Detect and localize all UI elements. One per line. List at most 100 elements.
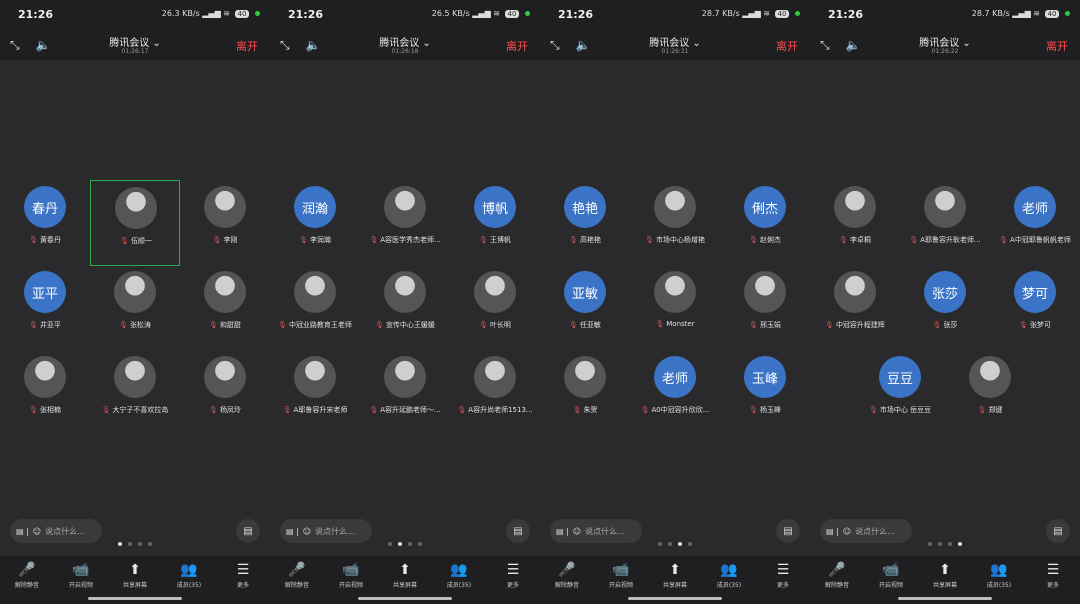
- participant-tile[interactable]: 博帆 🎙 王博帆: [450, 180, 540, 266]
- participant-name-row: 🎙 市场中心杨增艳: [630, 235, 720, 245]
- page-dot[interactable]: [138, 542, 142, 546]
- participant-name-row: 🎙 A容升尚老师1513...: [450, 405, 540, 415]
- members-icon: 👥: [450, 562, 468, 578]
- page-dot[interactable]: [938, 542, 942, 546]
- page-indicator: [270, 542, 540, 546]
- participant-tile[interactable]: 🎙 郑键: [945, 350, 1035, 436]
- chat-input-bar[interactable]: ▤ | ☺ 说点什么...: [280, 519, 372, 543]
- participant-tile[interactable]: 🎙 邢玉娟: [720, 265, 810, 351]
- page-dot[interactable]: [408, 542, 412, 546]
- chat-list-icon[interactable]: ▤ |: [826, 527, 839, 536]
- document-button[interactable]: ▤: [776, 519, 800, 543]
- chat-input-bar[interactable]: ▤ | ☺ 说点什么...: [820, 519, 912, 543]
- more-button[interactable]: ☰ 更多: [486, 556, 540, 604]
- more-button[interactable]: ☰ 更多: [1026, 556, 1080, 604]
- participant-name-row: 🎙 黄春丹: [0, 235, 90, 245]
- mic-muted-button[interactable]: 🎤 解除静音: [810, 556, 864, 604]
- leave-button[interactable]: 离开: [236, 38, 258, 54]
- participant-tile[interactable]: 春丹 🎙 黄春丹: [0, 180, 90, 266]
- participant-tile[interactable]: 🎙 市场中心杨增艳: [630, 180, 720, 266]
- leave-button[interactable]: 离开: [1046, 38, 1068, 54]
- participant-tile[interactable]: 🎙 Monster: [630, 265, 720, 351]
- participant-tile[interactable]: 艳艳 🎙 高艳艳: [540, 180, 630, 266]
- emoji-icon[interactable]: ☺: [573, 527, 581, 536]
- video-off-icon: 📹: [882, 562, 900, 578]
- page-dot[interactable]: [418, 542, 422, 546]
- chat-list-icon[interactable]: ▤ |: [286, 527, 299, 536]
- more-button[interactable]: ☰ 更多: [756, 556, 810, 604]
- chat-list-icon[interactable]: ▤ |: [16, 527, 29, 536]
- participant-tile[interactable]: 🎙 张相楠: [0, 350, 90, 436]
- participant-tile[interactable]: 老师 🎙 A中冠耶鲁帆帆老师: [990, 180, 1080, 266]
- participant-tile[interactable]: 🎙 宣传中心王媛媛: [360, 265, 450, 351]
- status-icons: 28.7 KB/s ▂▄▆ ≋ 40: [972, 9, 1070, 18]
- leave-button[interactable]: 离开: [506, 38, 528, 54]
- chat-input-bar[interactable]: ▤ | ☺ 说点什么...: [10, 519, 102, 543]
- participant-tile[interactable]: 🎙 A容医学秀杰老师...: [360, 180, 450, 266]
- page-dot[interactable]: [388, 542, 392, 546]
- page-dot[interactable]: [148, 542, 152, 546]
- participant-tile[interactable]: 玉峰 🎙 杨玉峰: [720, 350, 810, 436]
- participant-tile[interactable]: 🎙 A耶鲁容升耿老师...: [900, 180, 990, 266]
- home-indicator[interactable]: [358, 597, 452, 600]
- mic-muted-button[interactable]: 🎤 解除静音: [270, 556, 324, 604]
- button-label: 解除静音: [284, 582, 309, 589]
- participant-tile[interactable]: 亚敏 🎙 任亚敏: [540, 265, 630, 351]
- meeting-title[interactable]: 腾讯会议 ⌄: [270, 34, 540, 49]
- participant-tile[interactable]: 亚平 🎙 井亚平: [0, 265, 90, 351]
- chat-input-bar[interactable]: ▤ | ☺ 说点什么...: [550, 519, 642, 543]
- participant-tile[interactable]: 🎙 李卓桐: [810, 180, 900, 266]
- document-icon: ▤: [243, 525, 253, 537]
- participant-tile[interactable]: 🎙 杨凤玲: [180, 350, 270, 436]
- page-dot[interactable]: [118, 542, 122, 546]
- more-button[interactable]: ☰ 更多: [216, 556, 270, 604]
- page-dot[interactable]: [678, 542, 682, 546]
- document-button[interactable]: ▤: [1046, 519, 1070, 543]
- participant-tile[interactable]: 🎙 朱贺: [540, 350, 630, 436]
- participant-tile[interactable]: 豆豆 🎙 市场中心 岳豆豆: [855, 350, 945, 436]
- chat-list-icon[interactable]: ▤ |: [556, 527, 569, 536]
- document-button[interactable]: ▤: [236, 519, 260, 543]
- emoji-icon[interactable]: ☺: [303, 527, 311, 536]
- participant-tile[interactable]: 🎙 李刚: [180, 180, 270, 266]
- page-dot[interactable]: [658, 542, 662, 546]
- participant-tile[interactable]: 梦可 🎙 张梦可: [990, 265, 1080, 351]
- home-indicator[interactable]: [88, 597, 182, 600]
- emoji-icon[interactable]: ☺: [843, 527, 851, 536]
- page-dot[interactable]: [668, 542, 672, 546]
- emoji-icon[interactable]: ☺: [33, 527, 41, 536]
- participant-tile[interactable]: 🎙 A耶鲁容升宋老师: [270, 350, 360, 436]
- participant-tile[interactable]: 🎙 大宁子不喜欢拉岛: [90, 350, 180, 436]
- leave-button[interactable]: 离开: [776, 38, 798, 54]
- participant-tile[interactable]: 🎙 A容升延鹏老师～...: [360, 350, 450, 436]
- participant-tile[interactable]: 🎙 A容升尚老师1513...: [450, 350, 540, 436]
- page-dot[interactable]: [948, 542, 952, 546]
- mic-muted-icon: 🎙: [569, 321, 578, 329]
- home-indicator[interactable]: [628, 597, 722, 600]
- page-dot[interactable]: [128, 542, 132, 546]
- participant-tile[interactable]: 🎙 和甜甜: [180, 265, 270, 351]
- meeting-title[interactable]: 腾讯会议 ⌄: [540, 34, 810, 49]
- participant-tile[interactable]: 润瀚 🎙 李润瀚: [270, 180, 360, 266]
- document-button[interactable]: ▤: [506, 519, 530, 543]
- meeting-title[interactable]: 腾讯会议 ⌄: [0, 34, 270, 49]
- meeting-title[interactable]: 腾讯会议 ⌄: [810, 34, 1080, 49]
- participant-tile[interactable]: 🎙 伍顺一: [90, 180, 180, 266]
- participant-tile[interactable]: 俐杰 🎙 赵俐杰: [720, 180, 810, 266]
- page-dot[interactable]: [928, 542, 932, 546]
- mic-muted-icon: 🎙: [749, 236, 758, 244]
- participant-tile[interactable]: 老师 🎙 A0中冠容升欣欣...: [630, 350, 720, 436]
- participant-tile[interactable]: 🎙 中冠容升程建辉: [810, 265, 900, 351]
- mic-muted-button[interactable]: 🎤 解除静音: [0, 556, 54, 604]
- participant-tile[interactable]: 🎙 叶长明: [450, 265, 540, 351]
- page-dot[interactable]: [958, 542, 962, 546]
- page-dot[interactable]: [688, 542, 692, 546]
- page-dot[interactable]: [398, 542, 402, 546]
- participant-tile[interactable]: 张莎 🎙 张莎: [900, 265, 990, 351]
- participant-name: 任亚敏: [579, 321, 601, 329]
- mic-muted-button[interactable]: 🎤 解除静音: [540, 556, 594, 604]
- home-indicator[interactable]: [898, 597, 992, 600]
- participant-tile[interactable]: 🎙 张松涛: [90, 265, 180, 351]
- participant-name: A耶鲁容升耿老师...: [920, 236, 981, 244]
- participant-tile[interactable]: 🎙 中冠业路教育王老师: [270, 265, 360, 351]
